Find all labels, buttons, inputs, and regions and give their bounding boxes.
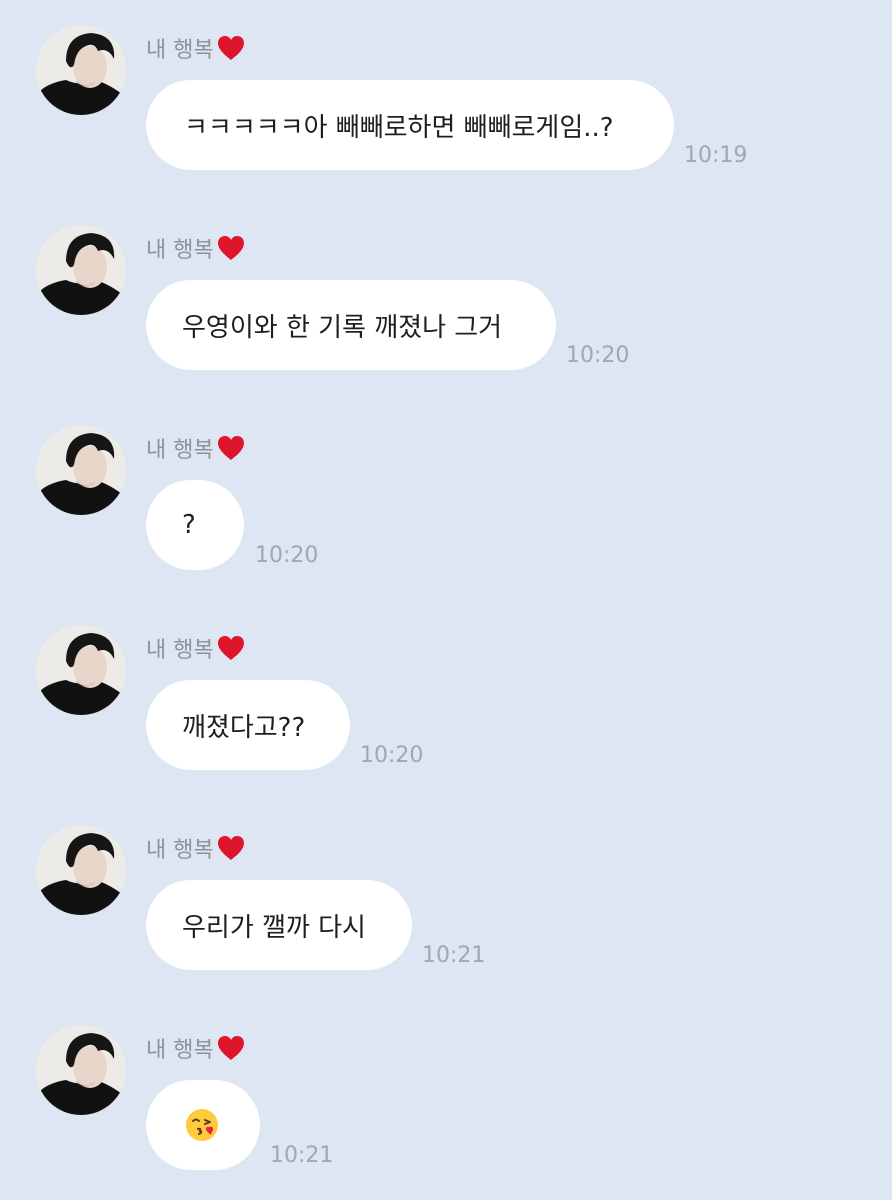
sender-name-label: 내 행복 [146, 38, 214, 63]
face-blowing-a-kiss-emoji [184, 1107, 220, 1143]
sender-avatar[interactable] [36, 625, 126, 715]
message-text: ? [182, 510, 196, 540]
sender-name-label: 내 행복 [146, 438, 214, 463]
profile-photo-icon [36, 225, 126, 315]
profile-photo-icon [36, 25, 126, 115]
message-row: 내 행복 깨졌다고?? 10:20 [0, 625, 892, 775]
message-row: 내 행복 10:21 [0, 1025, 892, 1175]
message-text: ㅋㅋㅋㅋㅋ아 빼빼로하면 빼빼로게임..? [184, 112, 614, 143]
message-bubble[interactable]: 우리가 깰까 다시 [146, 880, 412, 970]
message-row: 내 행복 ㅋㅋㅋㅋㅋ아 빼빼로하면 빼빼로게임..? 10:19 [0, 25, 892, 175]
red-heart-icon [216, 234, 246, 262]
sender-avatar[interactable] [36, 25, 126, 115]
message-bubble[interactable]: ㅋㅋㅋㅋㅋ아 빼빼로하면 빼빼로게임..? [146, 80, 674, 170]
sender-name-label: 내 행복 [146, 638, 214, 663]
red-heart-icon [216, 34, 246, 62]
sender-name: 내 행복 [146, 31, 246, 65]
message-time: 10:19 [684, 143, 748, 168]
sender-name-label: 내 행복 [146, 238, 214, 263]
message-bubble[interactable] [146, 1080, 260, 1170]
message-bubble[interactable]: ? [146, 480, 244, 570]
message-text: 우영이와 한 기록 깨졌나 그거 [182, 312, 503, 343]
message-time: 10:21 [422, 943, 486, 968]
sender-avatar[interactable] [36, 1025, 126, 1115]
sender-avatar[interactable] [36, 225, 126, 315]
sender-name-label: 내 행복 [146, 838, 214, 863]
red-heart-icon [216, 434, 246, 462]
sender-name: 내 행복 [146, 431, 246, 465]
message-row: 내 행복 ? 10:20 [0, 425, 892, 575]
sender-avatar[interactable] [36, 825, 126, 915]
profile-photo-icon [36, 625, 126, 715]
message-text: 우리가 깰까 다시 [182, 912, 366, 943]
message-bubble[interactable]: 우영이와 한 기록 깨졌나 그거 [146, 280, 556, 370]
chat-thread: 내 행복 ㅋㅋㅋㅋㅋ아 빼빼로하면 빼빼로게임..? 10:19 내 행복 우영… [0, 0, 892, 1200]
sender-name: 내 행복 [146, 831, 246, 865]
sender-name: 내 행복 [146, 231, 246, 265]
sender-name-label: 내 행복 [146, 1038, 214, 1063]
profile-photo-icon [36, 1025, 126, 1115]
profile-photo-icon [36, 825, 126, 915]
sender-name: 내 행복 [146, 631, 246, 665]
message-time: 10:21 [270, 1143, 334, 1168]
message-text: 깨졌다고?? [182, 712, 306, 743]
sender-name: 내 행복 [146, 1031, 246, 1065]
red-heart-icon [216, 1034, 246, 1062]
sender-avatar[interactable] [36, 425, 126, 515]
message-time: 10:20 [360, 743, 424, 768]
message-time: 10:20 [255, 543, 319, 568]
profile-photo-icon [36, 425, 126, 515]
red-heart-icon [216, 834, 246, 862]
message-bubble[interactable]: 깨졌다고?? [146, 680, 350, 770]
message-row: 내 행복 우영이와 한 기록 깨졌나 그거 10:20 [0, 225, 892, 375]
message-row: 내 행복 우리가 깰까 다시 10:21 [0, 825, 892, 975]
message-time: 10:20 [566, 343, 630, 368]
red-heart-icon [216, 634, 246, 662]
